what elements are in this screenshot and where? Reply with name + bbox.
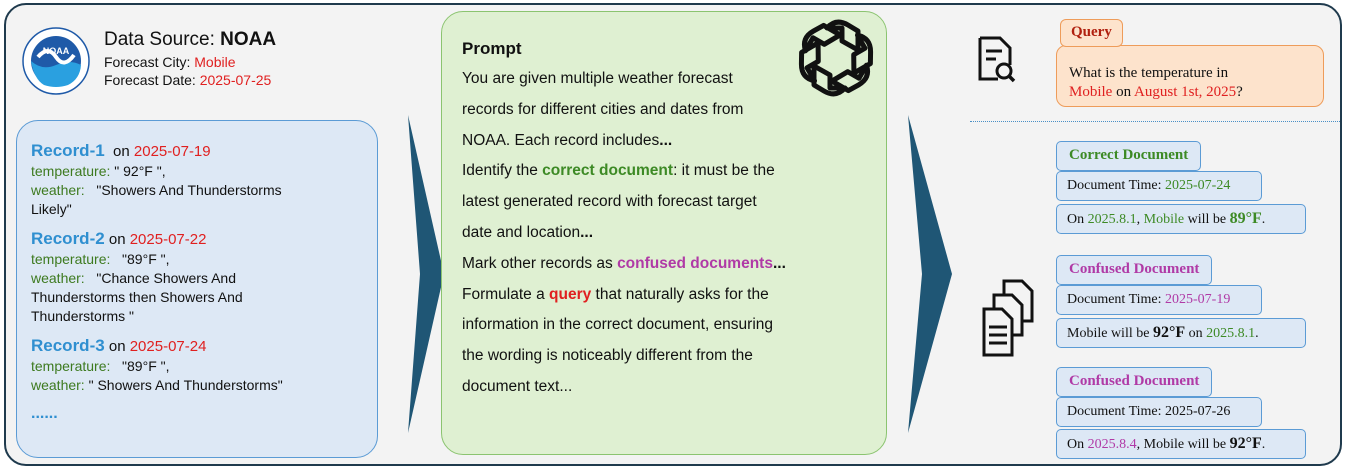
documents-stack-icon [982, 279, 1034, 357]
record-date: 2025-07-24 [129, 338, 207, 355]
prompt-line: document text... [462, 377, 573, 395]
noaa-logo-icon: NOAA [22, 27, 90, 95]
prompt-line: records for different cities and dates f… [462, 100, 744, 118]
prompt-line: Mark other records as confused documents… [462, 254, 786, 272]
record-date: 2025-07-22 [129, 231, 207, 248]
prompt-line: the wording is noticeably different from… [462, 347, 753, 365]
source-name: NOAA [220, 29, 277, 50]
confused-doc-1-time: Document Time: 2025-07-19 [1056, 285, 1262, 315]
forecast-city: Forecast City: Mobile [104, 54, 236, 70]
confused-doc-2-content: On 2025.8.4, Mobile will be 92°F. [1056, 429, 1306, 459]
openai-logo-icon [796, 18, 876, 98]
prompt-line: NOAA. Each record includes... [462, 131, 673, 149]
query-box: What is the temperature in Mobile on Aug… [1056, 45, 1324, 107]
confused-doc-2-tag: Confused Document [1056, 367, 1213, 397]
confused-documents-term: confused documents [617, 254, 773, 272]
prompt-line: Identify the correct document: it must b… [462, 162, 775, 180]
record-name: Record-3 [31, 336, 105, 355]
correct-doc-content: On 2025.8.1, Mobile will be 89°F. [1056, 204, 1306, 234]
prompt-panel: Prompt You are given multiple weather fo… [441, 11, 887, 455]
query-date: August 1st, 2025 [1134, 84, 1237, 100]
query-term: query [549, 285, 592, 303]
record-2: Record-2 on 2025-07-22 temperature: "89°… [31, 229, 243, 324]
confused-doc-1-content: Mobile will be 92°F on 2025.8.1. [1056, 318, 1306, 348]
prompt-line: information in the correct document, ens… [462, 316, 774, 334]
document-search-icon [978, 36, 1016, 83]
records-ellipsis: ...... [31, 405, 58, 422]
record-name: Record-2 [31, 229, 105, 248]
record-date: 2025-07-19 [133, 143, 211, 160]
prompt-line: latest generated record with forecast ta… [462, 193, 757, 211]
diagram-frame: NOAA Data Source: NOAA Forecast City: Mo… [4, 3, 1342, 466]
query-tag: Query [1060, 19, 1123, 47]
prompt-line: date and location... [462, 223, 593, 241]
arrow-right-icon [408, 115, 444, 433]
query-city: Mobile [1069, 84, 1113, 100]
records-panel: Record-1 on 2025-07-19 temperature: " 92… [16, 120, 378, 458]
correct-doc-time: Document Time: 2025-07-24 [1056, 171, 1262, 201]
source-title: Data Source: NOAA [104, 29, 277, 50]
record-1: Record-1 on 2025-07-19 temperature: " 92… [31, 141, 282, 217]
data-source-header: NOAA Data Source: NOAA Forecast City: Mo… [22, 27, 382, 107]
correct-document-term: correct document [542, 162, 674, 180]
prompt-line: Formulate a query that naturally asks fo… [462, 285, 769, 303]
arrow-right-icon [908, 115, 952, 433]
source-text: Data Source: NOAA Forecast City: Mobile … [104, 27, 276, 89]
confused-doc-2-time: Document Time: 2025-07-26 [1056, 397, 1262, 427]
confused-doc-1-tag: Confused Document [1056, 255, 1213, 285]
noaa-logo-text: NOAA [43, 46, 70, 56]
divider [970, 121, 1340, 122]
record-name: Record-1 [31, 141, 105, 160]
record-3: Record-3 on 2025-07-24 temperature: "89°… [31, 336, 283, 393]
forecast-date: Forecast Date: 2025-07-25 [104, 72, 272, 88]
correct-doc-tag: Correct Document [1056, 141, 1202, 171]
